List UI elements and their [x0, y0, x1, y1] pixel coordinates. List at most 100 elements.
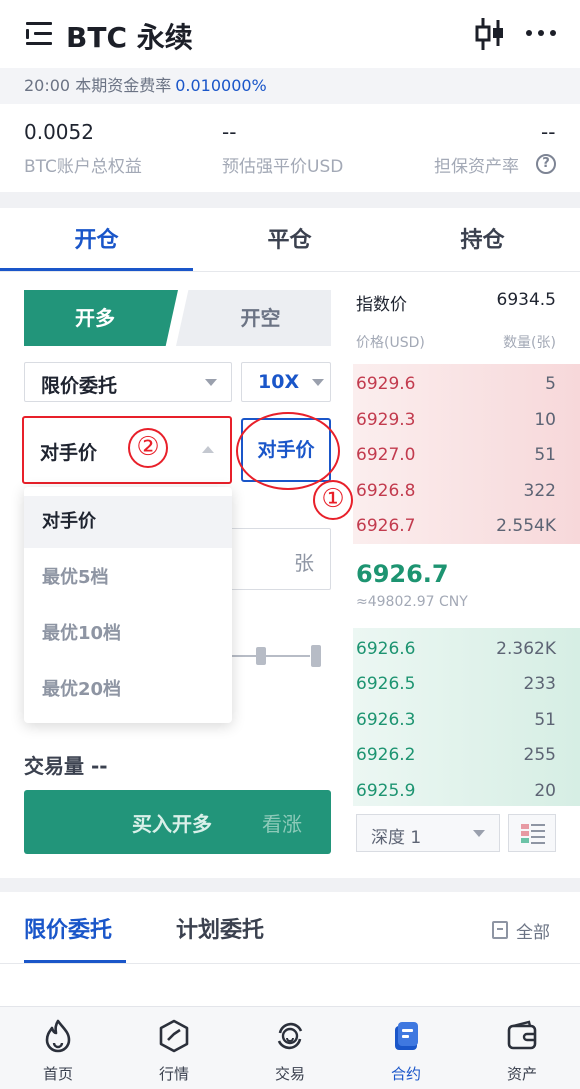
account-equity-value: 0.0052 [24, 120, 94, 144]
dropdown-option-best10[interactable]: 最优10档 [24, 608, 232, 660]
bid-qty: 255 [523, 745, 556, 765]
annotation-ellipse [236, 412, 340, 490]
chevron-down-icon [312, 379, 324, 386]
ask-price: 6926.8 [356, 481, 416, 501]
ask-row[interactable]: 6927.0 51 [356, 441, 556, 471]
slider-end-knob[interactable] [311, 645, 321, 667]
all-orders-link[interactable]: 全部 [516, 918, 550, 943]
ask-qty: 51 [534, 445, 556, 465]
bottom-navigation: 首页 行情 交易 合约 资产 [0, 1006, 580, 1089]
ask-price: 6929.3 [356, 410, 416, 430]
account-equity-label: BTC账户总权益 [24, 157, 142, 177]
margin-ratio-value: -- [541, 120, 556, 144]
divider [0, 963, 580, 964]
depth-value: 深度 1 [371, 828, 422, 848]
bid-row[interactable]: 6926.2 255 [356, 741, 556, 771]
trade-icon [277, 1022, 303, 1050]
quantity-unit: 张 [294, 551, 314, 575]
nav-home-label: 首页 [42, 1065, 73, 1083]
ask-qty: 5 [545, 374, 556, 394]
help-icon[interactable]: ? [536, 154, 556, 174]
bid-price: 6926.5 [356, 674, 416, 694]
ask-row[interactable]: 6926.7 2.554K [356, 512, 556, 542]
ask-row[interactable]: 6929.3 10 [356, 406, 556, 436]
funding-label: 20:00 本期资金费率 [24, 76, 172, 95]
slider-track[interactable] [232, 655, 256, 657]
tab-positions[interactable]: 持仓 [386, 222, 579, 254]
chevron-down-icon [205, 379, 217, 386]
qty-column-header: 数量(张) [503, 335, 556, 351]
nav-assets[interactable]: 资产 [464, 1007, 580, 1089]
liquidation-price-label: 预估强平价USD [222, 157, 344, 177]
ask-qty: 10 [534, 410, 556, 430]
buy-button-sublabel: 看涨 [262, 812, 302, 836]
nav-trade[interactable]: 交易 [232, 1007, 348, 1089]
open-short-button[interactable]: 开空 [176, 290, 331, 346]
nav-contract[interactable]: 合约 [348, 1007, 464, 1089]
nav-home[interactable]: 首页 [0, 1007, 116, 1089]
dropdown-option-best20[interactable]: 最优20档 [24, 664, 232, 716]
bid-row[interactable]: 6926.6 2.362K [356, 635, 556, 665]
home-flame-icon [45, 1019, 71, 1053]
order-type-select[interactable]: 限价委托 [24, 362, 232, 402]
slider-track[interactable] [266, 655, 310, 657]
ask-price: 6926.7 [356, 516, 416, 536]
open-long-button[interactable]: 开多 [24, 290, 178, 346]
annotation-number-2: ② [128, 428, 168, 468]
orderbook-layout-icon[interactable] [508, 814, 556, 852]
list-menu-icon[interactable] [26, 22, 52, 46]
funding-rate-bar: 20:00 本期资金费率 0.010000% [0, 68, 580, 104]
slider-knob[interactable] [256, 647, 266, 665]
bid-price: 6926.6 [356, 639, 416, 659]
wallet-icon [507, 1020, 537, 1050]
price-column-header: 价格(USD) [356, 335, 425, 351]
bid-price: 6925.9 [356, 781, 416, 801]
ask-price: 6929.6 [356, 374, 416, 394]
depth-select[interactable]: 深度 1 [356, 814, 500, 852]
tab-limit-orders[interactable]: 限价委托 [24, 912, 112, 944]
document-icon[interactable] [492, 921, 508, 939]
ask-qty: 322 [523, 481, 556, 501]
ask-row[interactable]: 6926.8 322 [356, 477, 556, 507]
bid-price: 6926.3 [356, 710, 416, 730]
tab-plan-orders[interactable]: 计划委托 [176, 912, 264, 944]
tab-close[interactable]: 平仓 [193, 222, 386, 254]
nav-market-label: 行情 [158, 1065, 189, 1083]
tab-border [0, 271, 580, 272]
candlestick-icon[interactable] [474, 16, 506, 52]
last-price: 6926.7 [356, 560, 449, 588]
bid-price: 6926.2 [356, 745, 416, 765]
contract-icon [395, 1022, 418, 1050]
page-title: BTC 永续 [66, 21, 193, 54]
margin-ratio-label: 担保资产率 [434, 157, 519, 177]
ask-row[interactable]: 6929.6 5 [356, 370, 556, 400]
bid-row[interactable]: 6926.3 51 [356, 706, 556, 736]
ask-price: 6927.0 [356, 445, 416, 465]
bid-row[interactable]: 6925.9 20 [356, 777, 556, 807]
leverage-select[interactable]: 10X [241, 362, 331, 402]
funding-rate: 0.010000% [175, 76, 267, 95]
more-dots-icon[interactable] [526, 30, 558, 38]
liquidation-price-value: -- [222, 120, 237, 144]
tab-open[interactable]: 开仓 [0, 222, 193, 254]
last-price-cny: ≈49802.97 CNY [356, 594, 468, 610]
index-price-value: 6934.5 [496, 290, 556, 310]
nav-assets-label: 资产 [506, 1065, 537, 1083]
trade-volume: 交易量 -- [24, 754, 108, 778]
nav-trade-label: 交易 [274, 1065, 305, 1083]
chevron-down-icon [473, 830, 485, 837]
annotation-number-1: ① [313, 480, 353, 520]
bid-qty: 51 [534, 710, 556, 730]
bid-qty: 20 [534, 781, 556, 801]
bid-row[interactable]: 6926.5 233 [356, 670, 556, 700]
buy-open-long-button[interactable]: 买入开多 看涨 [24, 790, 331, 854]
section-divider [0, 192, 580, 208]
buy-button-label: 买入开多 [132, 812, 212, 836]
annotation-rectangle [22, 416, 232, 484]
nav-market[interactable]: 行情 [116, 1007, 232, 1089]
market-icon [159, 1019, 189, 1053]
dropdown-option-counterparty[interactable]: 对手价 [24, 496, 232, 548]
section-divider [0, 878, 580, 892]
order-type-value: 限价委托 [41, 375, 118, 397]
dropdown-option-best5[interactable]: 最优5档 [24, 552, 232, 604]
